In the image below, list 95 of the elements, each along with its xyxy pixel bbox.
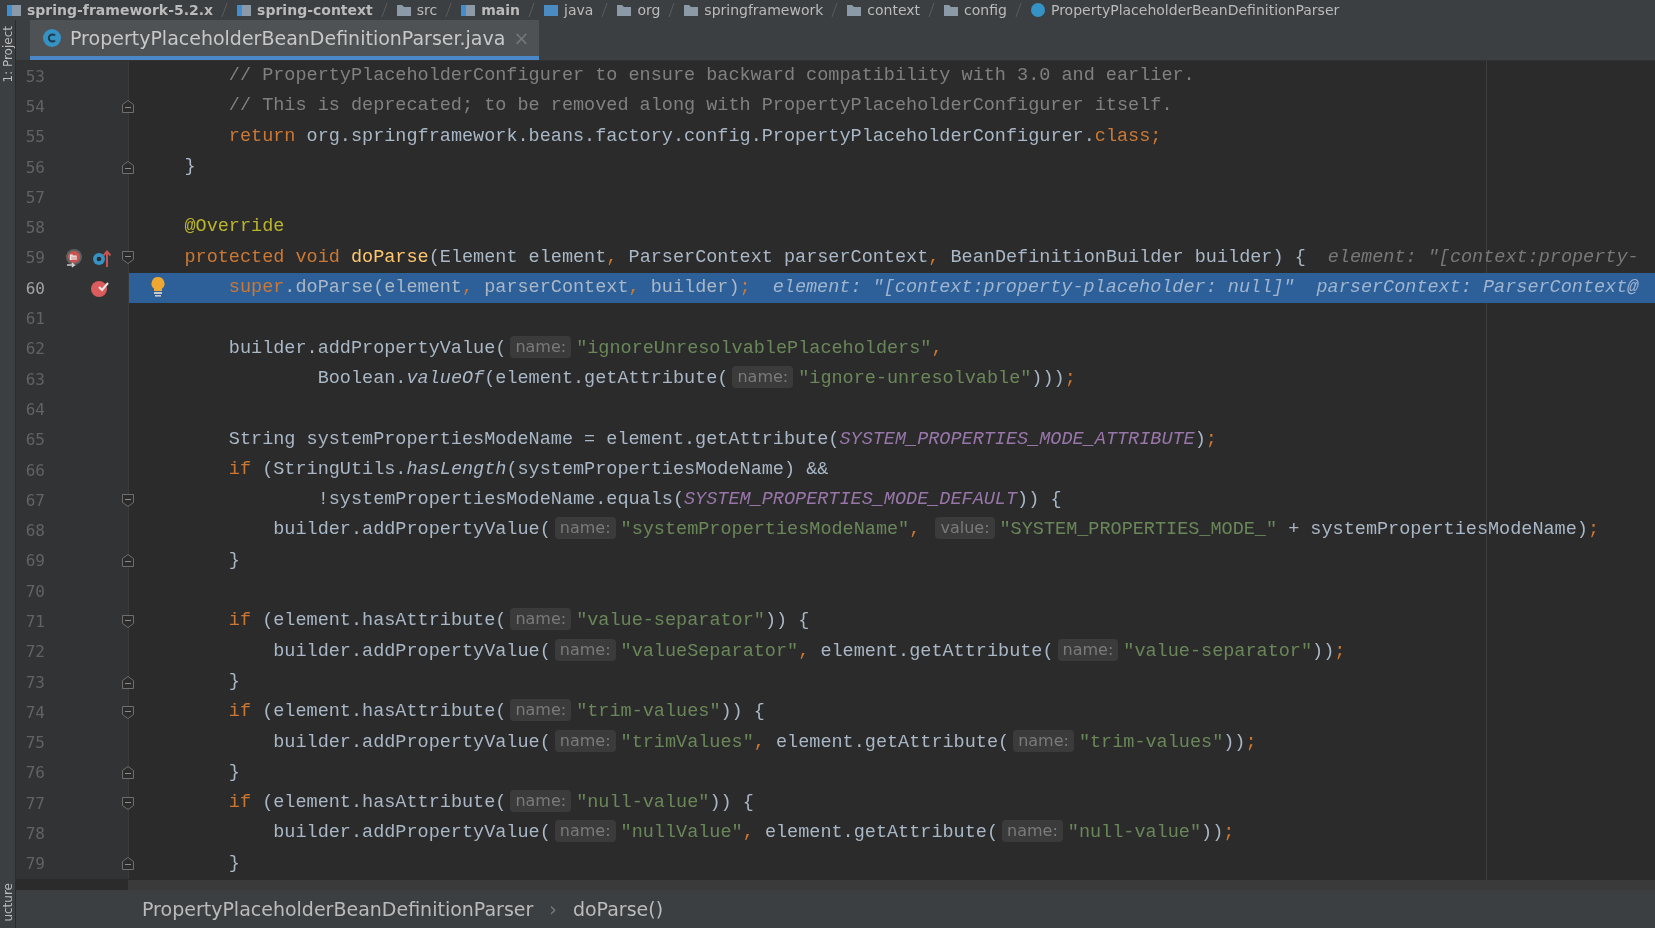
breadcrumb-item[interactable]: PropertyPlaceholderBeanDefinitionParser [142, 898, 534, 920]
code-text: } [228, 549, 240, 571]
code-text: builder.addPropertyValue( [273, 640, 551, 662]
code-text: @Override [184, 216, 285, 238]
class-icon [42, 28, 62, 48]
code-text: if (element.hasAttribute( [228, 610, 507, 632]
breadcrumb-item[interactable]: doParse() [572, 898, 664, 920]
code-text: } [228, 761, 240, 783]
breakpoint-icon[interactable] [90, 278, 110, 299]
parameter-hint: name: [1013, 729, 1074, 752]
parameter-hint: name: [510, 790, 572, 813]
parameter-hint: value: [935, 517, 995, 540]
fold-marker-icon[interactable] [121, 98, 135, 114]
code-text: } [228, 852, 240, 874]
code-text: "valueSeparator", element.getAttribute( [620, 640, 1054, 662]
debug-value: element: "[context:property-placeholder: null]" [772, 276, 1295, 301]
parameter-hint: name: [1002, 820, 1063, 843]
code-text: Boolean.valueOf(element.getAttribute( [317, 367, 729, 389]
breadcrumb-item[interactable]: org [637, 2, 661, 18]
folder-icon [943, 2, 960, 18]
code-text: builder.addPropertyValue( [273, 731, 551, 753]
code-text: "nullValue", element.getAttribute( [620, 822, 999, 844]
code-text: "SYSTEM_PROPERTIES_MODE_" + systemPropertiesModeName); [999, 519, 1600, 541]
code-text: builder.addPropertyValue( [273, 519, 551, 541]
breadcrumb-item[interactable]: config [964, 2, 1007, 18]
code-text: "null-value")) { [576, 792, 754, 814]
breadcrumb-item[interactable]: spring-framework-5.2.x [27, 2, 214, 18]
fold-marker-icon[interactable] [121, 492, 135, 508]
code-text: "systemPropertiesModeName", [620, 519, 922, 541]
folder-icon [846, 2, 863, 18]
class-icon [1029, 2, 1046, 18]
overriding-method-icon[interactable] [64, 247, 84, 268]
module-folder-icon [236, 2, 253, 18]
breadcrumb-item[interactable]: main [481, 2, 521, 18]
breadcrumb-item[interactable]: java [564, 2, 594, 18]
tool-window-label[interactable]: ucture [0, 877, 15, 928]
module-folder-icon [460, 2, 477, 18]
source-folder-icon [543, 2, 560, 18]
fold-marker-icon[interactable] [121, 795, 135, 811]
code-text: } [228, 670, 240, 692]
parameter-hint: name: [510, 699, 572, 722]
code-text: return org.springframework.beans.factory.config.PropertyPlaceholderConfigurer.class; [228, 125, 1162, 147]
debug-value: parserContext: ParserContext@ [1316, 276, 1639, 301]
code-text: "value-separator")); [1123, 640, 1346, 662]
code-text: "ignoreUnresolvablePlaceholders", [576, 337, 943, 359]
separator-icon: › [549, 898, 557, 920]
code-text: "null-value")); [1067, 822, 1235, 844]
tool-window-label[interactable]: 1: Project [0, 20, 15, 89]
breadcrumb-item[interactable]: springframework [704, 2, 824, 18]
folder-icon [683, 2, 700, 18]
code-text: protected void doParse(Element element, ParserContext parserContext, BeanDefinitionBuilder builder) { [184, 246, 1306, 268]
code-text: builder.addPropertyValue( [228, 337, 507, 359]
code-text: "trim-values")) { [576, 701, 765, 723]
code-text: if (StringUtils.hasLength(systemPropertiesModeName) && [228, 458, 829, 480]
folder-icon [395, 2, 412, 18]
code-text: "ignore-unresolvable"))); [798, 367, 1076, 389]
fold-marker-icon[interactable] [121, 250, 135, 266]
breadcrumb-item[interactable]: PropertyPlaceholderBeanDefinitionParser [1050, 2, 1340, 18]
code-text: "value-separator")) { [576, 610, 810, 632]
parameter-hint: name: [554, 729, 616, 752]
fold-marker-icon[interactable] [121, 704, 135, 720]
code-text: String systemPropertiesModeName = element.getAttribute(SYSTEM_PROPERTIES_MODE_ATTRIBUTE); [228, 428, 1217, 450]
line-number: 60 [24, 278, 45, 298]
parameter-hint: name: [554, 820, 616, 843]
code-text: // PropertyPlaceholderConfigurer to ensure backward compatibility with 3.0 and earlier. [228, 65, 1195, 86]
code-text: if (element.hasAttribute( [228, 701, 507, 723]
code-text: builder.addPropertyValue( [273, 822, 551, 844]
fold-marker-icon[interactable] [121, 856, 135, 872]
parameter-hint: name: [554, 517, 616, 540]
parameter-hint: name: [554, 638, 616, 661]
folder-icon [616, 2, 633, 18]
code-text: if (element.hasAttribute( [228, 792, 507, 814]
fold-marker-icon[interactable] [121, 553, 135, 569]
code-text: "trim-values")); [1078, 731, 1257, 753]
debug-value: element: "[context:property- [1327, 245, 1639, 270]
breadcrumb-item[interactable]: context [867, 2, 921, 18]
parameter-hint: name: [1057, 638, 1119, 661]
code-text: !systemPropertiesModeName.equals(SYSTEM_PROPERTIES_MODE_DEFAULT)) { [317, 489, 1062, 511]
tab-label: PropertyPlaceholderBeanDefinitionParser.java [70, 27, 506, 49]
fold-marker-icon[interactable] [121, 614, 135, 629]
parameter-hint: name: [732, 365, 794, 388]
code-text: "trimValues", element.getAttribute( [620, 731, 1010, 753]
parameter-hint: name: [510, 608, 572, 631]
code-text: // This is deprecated; to be removed along with PropertyPlaceholderConfigurer itself. [228, 95, 1173, 117]
code-text: } [184, 155, 196, 177]
fold-marker-icon[interactable] [121, 159, 135, 175]
breadcrumb-item[interactable]: src [416, 2, 438, 18]
parameter-hint: name: [510, 335, 572, 358]
module-folder-icon [6, 2, 22, 18]
breadcrumb-item[interactable]: spring-context [257, 2, 373, 18]
editor-tab[interactable]: PropertyPlaceholderBeanDefinitionParser.java × [30, 20, 540, 60]
code-text: super.doParse(element, parserContext, builder); [228, 277, 751, 299]
fold-marker-icon[interactable] [121, 765, 135, 781]
fold-marker-icon[interactable] [121, 674, 135, 690]
lightbulb-icon[interactable] [149, 276, 167, 298]
